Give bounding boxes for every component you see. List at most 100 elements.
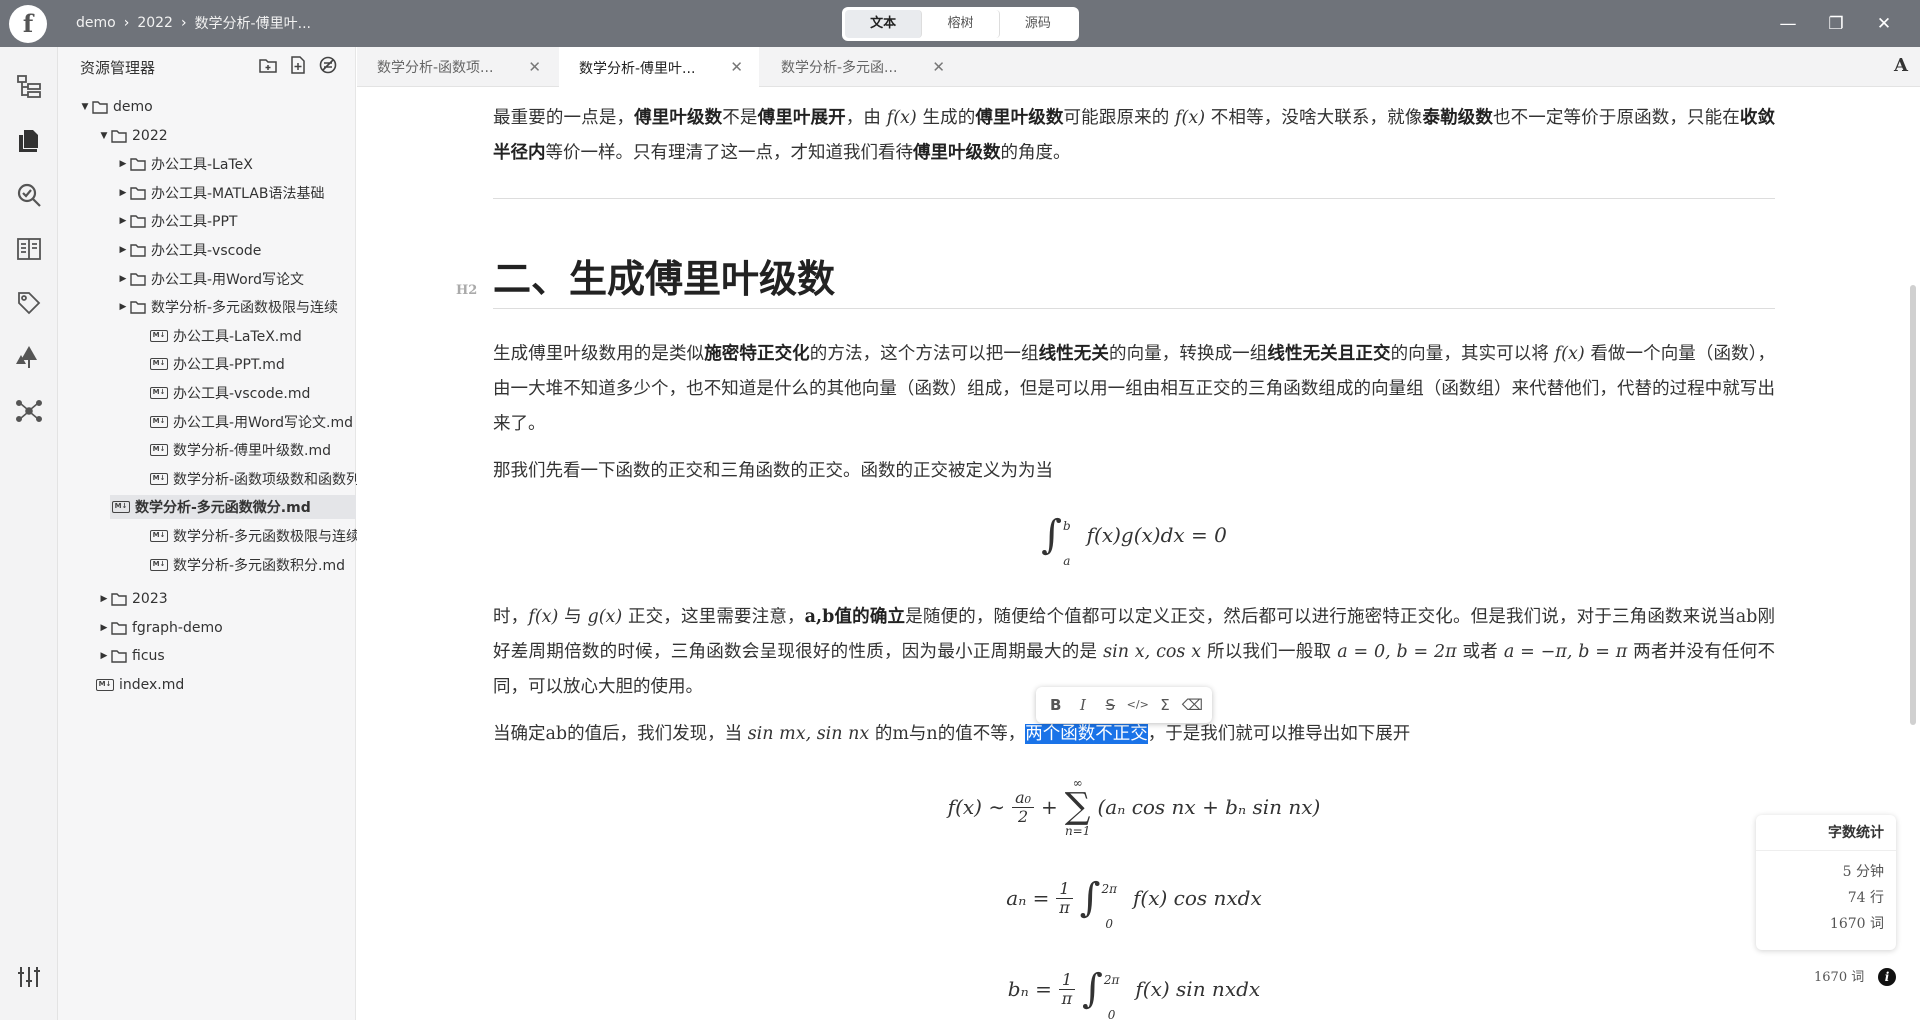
- breadcrumb-item[interactable]: 2022: [137, 15, 173, 31]
- tab-label: 数学分析-函数项...: [377, 60, 494, 76]
- font-settings-button[interactable]: A: [1894, 55, 1908, 76]
- tree-folder-办公工具-latex[interactable]: ▶ 办公工具-LaTeX: [116, 152, 253, 176]
- tree-file-数学分析-函数项级数和函数列-md[interactable]: M↓ 数学分析-函数项级数和函数列.md: [150, 467, 387, 491]
- folder-icon: [130, 214, 151, 228]
- tree-item-label: 办公工具-MATLAB语法基础: [151, 186, 325, 202]
- tree-folder-办公工具-vscode[interactable]: ▶ 办公工具-vscode: [116, 238, 262, 262]
- close-window-icon[interactable]: ✕: [1860, 8, 1908, 40]
- folder-icon: [130, 186, 151, 200]
- math-block[interactable]: ∫ b a f(x)g(x)dx = 0: [493, 509, 1775, 569]
- tree-folder-办公工具-用word写论文[interactable]: ▶ 办公工具-用Word写论文: [116, 267, 305, 291]
- clear-format-button[interactable]: ⌫: [1181, 694, 1203, 716]
- math-block[interactable]: bₙ = 1π ∫ 2π 0 f(x) sin nxdx: [493, 963, 1775, 1020]
- tree-folder-demo[interactable]: ▼ demo: [78, 95, 153, 119]
- code-button[interactable]: </>: [1127, 694, 1149, 716]
- outline-tree-icon[interactable]: [13, 71, 45, 103]
- search-icon[interactable]: [13, 179, 45, 211]
- tree-file-办公工具-ppt-md[interactable]: M↓ 办公工具-PPT.md: [150, 352, 285, 376]
- breadcrumb-item[interactable]: 数学分析-傅里叶...: [195, 13, 311, 33]
- caret-right-icon[interactable]: ▶: [116, 159, 130, 169]
- reader-icon[interactable]: [13, 233, 45, 265]
- graph-network-icon[interactable]: [13, 395, 45, 427]
- mode-tree-button[interactable]: 榕树: [922, 10, 1000, 38]
- math-inline: sin mx, sin nx: [747, 724, 870, 744]
- settings-sliders-icon[interactable]: [13, 961, 45, 993]
- italic-button[interactable]: I: [1072, 694, 1094, 716]
- paragraph[interactable]: 那我们先看一下函数的正交和三角函数的正交。函数的正交被定义为为当: [493, 454, 1775, 489]
- tree-folder-ficus[interactable]: ▶ ficus: [97, 644, 165, 668]
- tree-file-数学分析-多元函数微分-md[interactable]: M↓ 数学分析-多元函数微分.md: [110, 495, 356, 519]
- tree-file-办公工具-latex-md[interactable]: M↓ 办公工具-LaTeX.md: [150, 324, 302, 348]
- caret-right-icon[interactable]: ▶: [116, 302, 130, 312]
- paragraph[interactable]: 生成傅里叶级数用的是类似施密特正交化的方法，这个方法可以把一组线性无关的向量，转…: [493, 337, 1775, 442]
- tree-item-label: 办公工具-PPT.md: [173, 357, 285, 373]
- mode-text-button[interactable]: 文本: [845, 10, 923, 38]
- caret-down-icon[interactable]: ▼: [78, 102, 92, 112]
- tab-fourier-series[interactable]: 数学分析-傅里叶... ✕: [559, 47, 759, 88]
- tree-item-label: 数学分析-多元函数微分.md: [135, 500, 311, 516]
- tree-file-数学分析-多元函数极限与连续-md[interactable]: M↓ 数学分析-多元函数极限与连续.md: [150, 524, 387, 548]
- tree-folder-fgraph-demo[interactable]: ▶ fgraph-demo: [97, 616, 223, 640]
- tree-folder-办公工具-matlab语法基础[interactable]: ▶ 办公工具-MATLAB语法基础: [116, 181, 325, 205]
- tree-file-数学分析-傅里叶级数-md[interactable]: M↓ 数学分析-傅里叶级数.md: [150, 438, 331, 462]
- section-heading[interactable]: H2 二、生成傅里叶级数: [456, 254, 1775, 309]
- status-word-count[interactable]: 1670 词: [1814, 966, 1864, 985]
- caret-right-icon[interactable]: ▶: [116, 216, 130, 226]
- mode-source-button[interactable]: 源码: [1000, 10, 1076, 38]
- new-folder-icon[interactable]: [258, 55, 278, 75]
- breadcrumb-item[interactable]: demo: [76, 15, 116, 31]
- tree-folder-办公工具-ppt[interactable]: ▶ 办公工具-PPT: [116, 209, 238, 233]
- tree-item-label: 办公工具-vscode: [151, 243, 262, 259]
- reading-time: 5 分钟: [1842, 864, 1884, 880]
- tag-edit-icon[interactable]: [13, 287, 45, 319]
- folder-icon: [130, 243, 151, 257]
- math-block[interactable]: f(x) ∼ a₀ 2 + ∞ ∑ n=1 (aₙ cos nx + bₙ sin n…: [493, 777, 1775, 837]
- caret-down-icon[interactable]: ▼: [97, 131, 111, 141]
- bold-button[interactable]: B: [1045, 694, 1067, 716]
- tab-multivariable[interactable]: 数学分析-多元函... ✕: [761, 47, 961, 87]
- tree-file-办公工具-vscode-md[interactable]: M↓ 办公工具-vscode.md: [150, 381, 310, 405]
- restore-icon[interactable]: ❐: [1812, 8, 1860, 40]
- tree-file-办公工具-用word写论文-md[interactable]: M↓ 办公工具-用Word写论文.md: [150, 410, 353, 434]
- tree-file-数学分析-多元函数积分-md[interactable]: M↓ 数学分析-多元函数积分.md: [150, 553, 345, 577]
- close-icon[interactable]: ✕: [730, 58, 743, 76]
- close-icon[interactable]: ✕: [932, 58, 945, 76]
- caret-right-icon[interactable]: ▶: [97, 623, 111, 633]
- caret-right-icon[interactable]: ▶: [97, 651, 111, 661]
- files-icon[interactable]: [13, 125, 45, 157]
- folder-icon: [111, 649, 132, 663]
- tree-file-index-md[interactable]: M↓ index.md: [96, 673, 184, 697]
- editor-area[interactable]: 最重要的一点是，傅里叶级数不是傅里叶展开，由 f(x) 生成的傅里叶级数可能跟原…: [357, 87, 1920, 1020]
- paragraph[interactable]: 最重要的一点是，傅里叶级数不是傅里叶展开，由 f(x) 生成的傅里叶级数可能跟原…: [493, 101, 1775, 171]
- editor-scrollbar[interactable]: [1910, 285, 1916, 725]
- tab-label: 数学分析-傅里叶...: [579, 60, 696, 77]
- strikethrough-button[interactable]: S: [1099, 694, 1121, 716]
- close-icon[interactable]: ✕: [528, 58, 541, 76]
- new-file-icon[interactable]: [288, 55, 308, 75]
- math-block[interactable]: aₙ = 1π ∫ 2π 0 f(x) cos nxdx: [493, 872, 1775, 932]
- collapse-all-icon[interactable]: [318, 55, 338, 75]
- tree-folder-2023[interactable]: ▶ 2023: [97, 587, 168, 611]
- caret-right-icon[interactable]: ▶: [97, 594, 111, 604]
- caret-right-icon[interactable]: ▶: [116, 274, 130, 284]
- graph-tree-icon[interactable]: [13, 341, 45, 373]
- info-icon[interactable]: i: [1878, 968, 1896, 986]
- tree-folder-数学分析-多元函数极限与连续[interactable]: ▶ 数学分析-多元函数极限与连续: [116, 295, 339, 319]
- tree-folder-2022[interactable]: ▼ 2022: [97, 124, 168, 148]
- app-logo[interactable]: f: [9, 5, 47, 43]
- tree-item-label: index.md: [119, 677, 185, 693]
- math-button[interactable]: Σ: [1154, 694, 1176, 716]
- caret-right-icon[interactable]: ▶: [116, 188, 130, 198]
- caret-right-icon[interactable]: ▶: [116, 245, 130, 255]
- folder-icon: [111, 592, 132, 606]
- minimize-icon[interactable]: —: [1764, 8, 1812, 40]
- tree-item-label: 办公工具-用Word写论文: [151, 272, 305, 288]
- tree-item-label: 数学分析-多元函数积分.md: [173, 558, 346, 574]
- chevron-right-icon: ›: [123, 15, 130, 31]
- markdown-file-icon: M↓: [150, 358, 168, 370]
- tree-item-label: 2022: [132, 128, 168, 144]
- tree-item-label: 办公工具-LaTeX.md: [173, 329, 302, 345]
- tab-function-series[interactable]: 数学分析-函数项... ✕: [357, 47, 557, 87]
- markdown-file-icon: M↓: [150, 330, 168, 342]
- markdown-file-icon: M↓: [150, 473, 168, 485]
